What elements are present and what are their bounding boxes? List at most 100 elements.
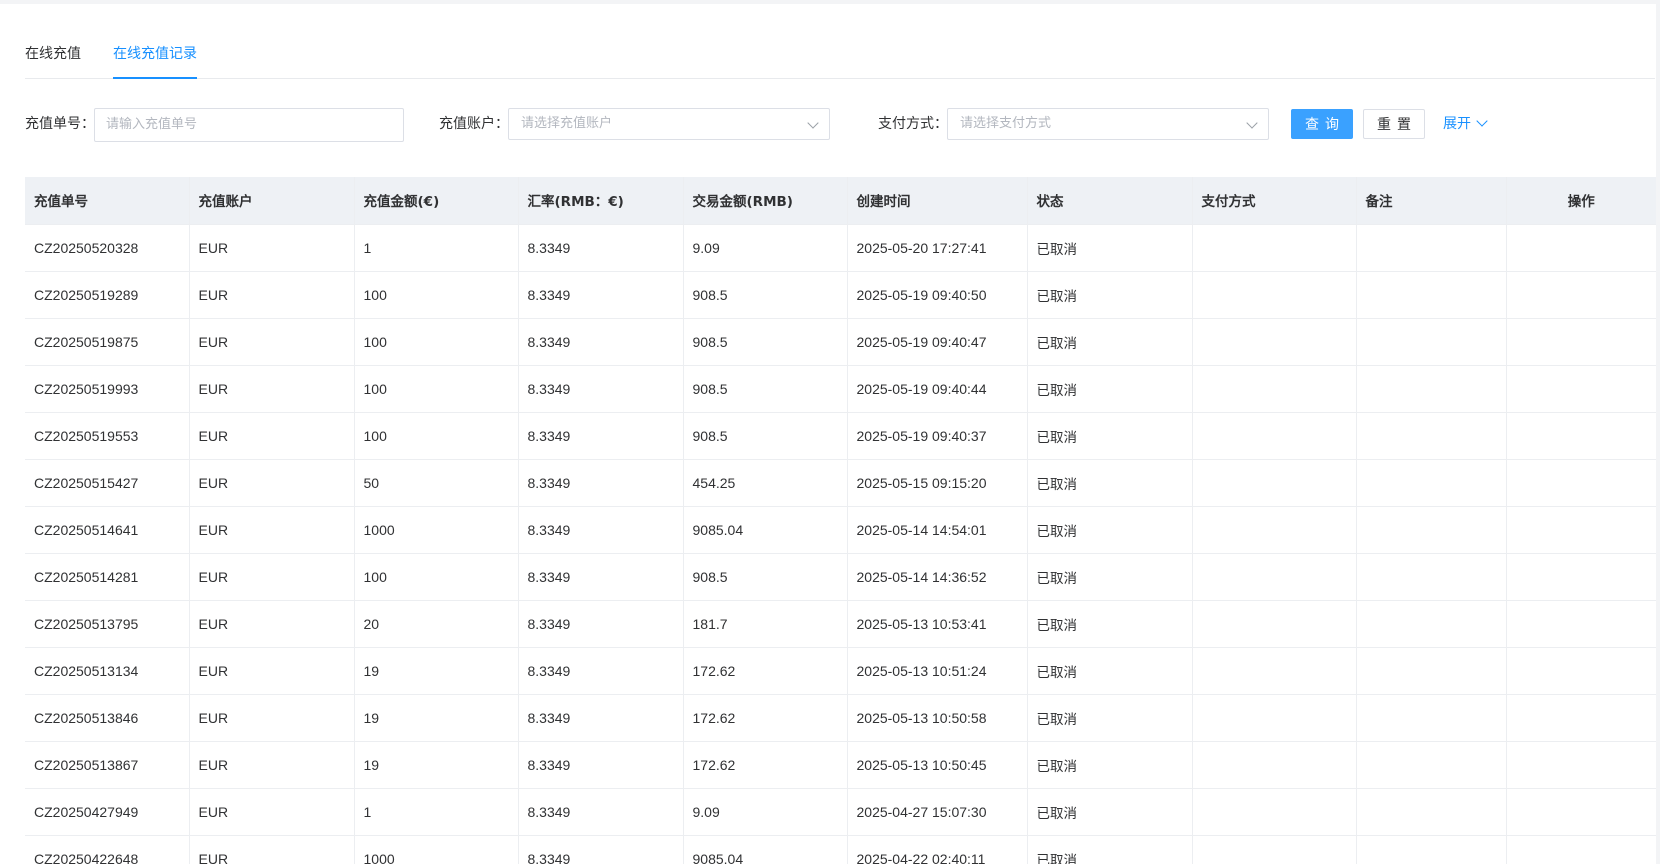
query-button[interactable]: 查询 (1291, 109, 1353, 139)
table-cell (1192, 365, 1357, 413)
table-row: CZ20250422648 EUR 1000 8.3349 9085.04 2025-04… (25, 835, 1656, 864)
table-cell: 908.5 (683, 412, 848, 460)
table-cell: 100 (354, 271, 519, 319)
table-cell (1192, 553, 1357, 601)
table-cell (1356, 412, 1507, 460)
table-cell (1506, 741, 1656, 789)
table-cell: 已取消 (1027, 553, 1193, 601)
table-cell: 908.5 (683, 318, 848, 366)
table-cell (1192, 600, 1357, 648)
table-cell: 20 (354, 600, 519, 648)
table-cell (1356, 835, 1507, 864)
table-cell (1192, 835, 1357, 864)
table-cell (1506, 647, 1656, 695)
table-cell (1192, 788, 1357, 836)
order-no-input[interactable] (94, 108, 404, 142)
table-cell: 已取消 (1027, 365, 1193, 413)
table-cell: 8.3349 (518, 741, 684, 789)
table-cell: CZ20250519875 (25, 318, 190, 366)
pay-method-select[interactable]: 请选择支付方式 (947, 108, 1269, 140)
column-header: 充值账户 (189, 177, 355, 225)
table-cell: CZ20250514641 (25, 506, 190, 554)
table-cell: 2025-05-13 10:51:24 (847, 647, 1028, 695)
table-cell: 已取消 (1027, 271, 1193, 319)
table-cell: 100 (354, 553, 519, 601)
table-cell (1356, 271, 1507, 319)
table-row: CZ20250519553 EUR 100 8.3349 908.5 2025-05-19… (25, 412, 1656, 460)
table-row: CZ20250519875 EUR 100 8.3349 908.5 2025-05-19… (25, 318, 1656, 366)
table-cell: 已取消 (1027, 741, 1193, 789)
table-cell: 已取消 (1027, 647, 1193, 695)
tab-recharge-records[interactable]: 在线充值记录 (113, 42, 197, 79)
column-header-ops: 操作 (1506, 177, 1656, 225)
table-cell: CZ20250427949 (25, 788, 190, 836)
records-table-wrap: 充值单号 充值账户 充值金额(€) 汇率(RMB：€) 交易金额(RMB) 创建… (25, 177, 1656, 864)
table-cell: 8.3349 (518, 271, 684, 319)
table-cell (1506, 271, 1656, 319)
table-cell (1192, 318, 1357, 366)
table-cell: 19 (354, 694, 519, 742)
table-row: CZ20250513134 EUR 19 8.3349 172.62 2025-05-13… (25, 647, 1656, 695)
table-cell: 8.3349 (518, 600, 684, 648)
table-cell: 172.62 (683, 741, 848, 789)
chevron-down-icon (807, 117, 819, 129)
table-cell: 100 (354, 318, 519, 366)
table-header-row: 充值单号 充值账户 充值金额(€) 汇率(RMB：€) 交易金额(RMB) 创建… (25, 177, 1656, 225)
tab-bar: 在线充值 在线充值记录 (25, 34, 1655, 79)
table-cell: 2025-04-27 15:07:30 (847, 788, 1028, 836)
table-cell: EUR (189, 694, 355, 742)
column-header: 汇率(RMB：€) (518, 177, 684, 225)
table-cell: 2025-05-19 09:40:50 (847, 271, 1028, 319)
table-cell (1192, 271, 1357, 319)
table-cell (1506, 788, 1656, 836)
table-cell (1356, 459, 1507, 507)
expand-toggle[interactable]: 展开 (1443, 109, 1488, 139)
table-cell (1192, 224, 1357, 272)
table-cell (1356, 365, 1507, 413)
table-cell: 100 (354, 365, 519, 413)
table-cell (1506, 553, 1656, 601)
table-cell: 8.3349 (518, 412, 684, 460)
table-cell: CZ20250520328 (25, 224, 190, 272)
table-cell: CZ20250519993 (25, 365, 190, 413)
chevron-down-icon (1476, 115, 1488, 127)
table-cell: 8.3349 (518, 694, 684, 742)
table-cell (1356, 318, 1507, 366)
table-cell: 8.3349 (518, 506, 684, 554)
tab-online-recharge[interactable]: 在线充值 (25, 42, 81, 76)
table-cell (1506, 506, 1656, 554)
table-cell: 9.09 (683, 224, 848, 272)
column-header: 备注 (1356, 177, 1507, 225)
table-cell (1506, 224, 1656, 272)
table-cell: 2025-05-13 10:50:45 (847, 741, 1028, 789)
reset-button[interactable]: 重置 (1363, 109, 1425, 139)
table-cell: CZ20250515427 (25, 459, 190, 507)
table-cell: 454.25 (683, 459, 848, 507)
table-cell: 9085.04 (683, 506, 848, 554)
table-cell: 已取消 (1027, 788, 1193, 836)
table-cell: 2025-05-14 14:54:01 (847, 506, 1028, 554)
table-cell (1506, 835, 1656, 864)
table-cell: 已取消 (1027, 224, 1193, 272)
table-cell (1192, 694, 1357, 742)
table-cell: CZ20250513795 (25, 600, 190, 648)
table-cell: EUR (189, 506, 355, 554)
column-header: 支付方式 (1192, 177, 1357, 225)
table-cell (1506, 365, 1656, 413)
table-cell: CZ20250513867 (25, 741, 190, 789)
table-cell: 已取消 (1027, 600, 1193, 648)
table-cell: 2025-05-20 17:27:41 (847, 224, 1028, 272)
table-row: CZ20250513867 EUR 19 8.3349 172.62 2025-05-13… (25, 741, 1656, 789)
table-row: CZ20250519993 EUR 100 8.3349 908.5 2025-05-19… (25, 365, 1656, 413)
table-row: CZ20250513795 EUR 20 8.3349 181.7 2025-05-13 … (25, 600, 1656, 648)
table-cell (1356, 600, 1507, 648)
table-cell (1506, 318, 1656, 366)
table-cell: CZ20250513134 (25, 647, 190, 695)
column-header: 充值金额(€) (354, 177, 519, 225)
table-cell: 已取消 (1027, 835, 1193, 864)
account-select[interactable]: 请选择充值账户 (508, 108, 830, 140)
table-cell: CZ20250519553 (25, 412, 190, 460)
table-cell: 1 (354, 788, 519, 836)
table-cell: 9085.04 (683, 835, 848, 864)
table-cell: EUR (189, 741, 355, 789)
